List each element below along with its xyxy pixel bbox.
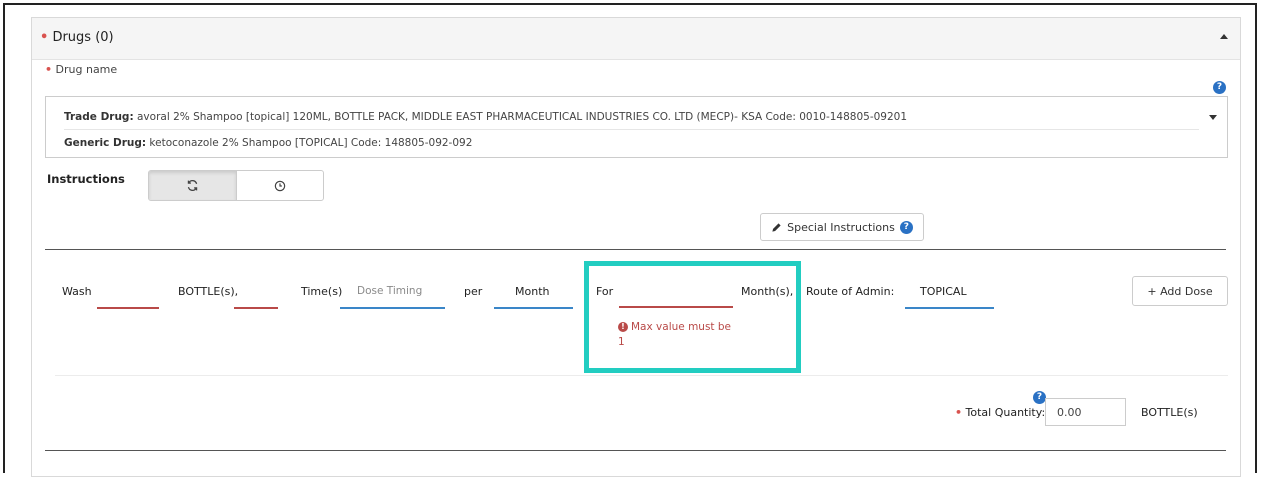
drug-name-label-text: Drug name (55, 63, 118, 76)
question-circle-icon[interactable]: ? (899, 220, 913, 234)
divider (64, 129, 1199, 130)
highlight-box (584, 261, 801, 373)
clock-icon[interactable] (237, 171, 324, 200)
generic-drug-value: ketoconazole 2% Shampoo [TOPICAL] Code: … (146, 137, 473, 149)
times-input[interactable] (234, 307, 278, 309)
add-dose-button[interactable]: + Add Dose (1132, 276, 1228, 306)
period-select[interactable]: Month (515, 285, 549, 298)
section-divider (45, 450, 1226, 451)
required-marker: • (45, 63, 53, 76)
route-underline (905, 307, 994, 309)
dose-unit: BOTTLE(s), (178, 285, 239, 298)
period-underline (494, 307, 573, 309)
required-marker: • (40, 30, 49, 45)
dose-timing-input[interactable]: Dose Timing (357, 285, 422, 297)
panel-title-text: Drugs (0) (52, 30, 114, 45)
trade-drug-value: avoral 2% Shampoo [topical] 120ML, BOTTL… (133, 111, 908, 123)
total-quantity-label: • Total Quantity: (955, 406, 1045, 419)
instructions-toggle[interactable] (148, 170, 324, 201)
generic-drug-label: Generic Drug: (64, 137, 147, 149)
required-marker: • (955, 406, 963, 419)
route-value[interactable]: TOPICAL (920, 285, 967, 298)
divider (55, 375, 1228, 376)
total-unit: BOTTLE(s) (1141, 406, 1198, 419)
dose-timing-underline (340, 307, 445, 309)
section-divider (45, 249, 1226, 250)
total-quantity-input[interactable] (1045, 398, 1126, 426)
total-quantity-label-text: Total Quantity: (965, 406, 1046, 419)
dose-verb: Wash (62, 285, 92, 298)
quantity-input[interactable] (97, 307, 159, 309)
special-instructions-button[interactable]: Special Instructions ? (760, 213, 924, 241)
route-label: Route of Admin: (806, 285, 895, 298)
question-circle-icon[interactable]: ? (1213, 81, 1226, 94)
chevron-down-icon[interactable] (1209, 115, 1217, 120)
panel-title: • Drugs (0) (40, 30, 114, 45)
times-label: Time(s) (301, 285, 343, 298)
special-instructions-label: Special Instructions (787, 220, 895, 234)
panel-header[interactable]: • Drugs (0) (32, 18, 1240, 60)
refresh-icon[interactable] (149, 171, 237, 200)
trade-drug-label: Trade Drug: (64, 111, 134, 123)
drug-name-label: • Drug name (45, 63, 117, 76)
pencil-icon (772, 222, 781, 232)
instructions-label: Instructions (47, 172, 125, 186)
per-label: per (464, 285, 483, 298)
generic-drug-line: Generic Drug: ketoconazole 2% Shampoo [T… (64, 137, 472, 149)
trade-drug-line: Trade Drug: avoral 2% Shampoo [topical] … (64, 111, 907, 123)
collapse-caret-icon[interactable] (1220, 34, 1228, 39)
drug-select[interactable]: Trade Drug: avoral 2% Shampoo [topical] … (45, 96, 1228, 158)
